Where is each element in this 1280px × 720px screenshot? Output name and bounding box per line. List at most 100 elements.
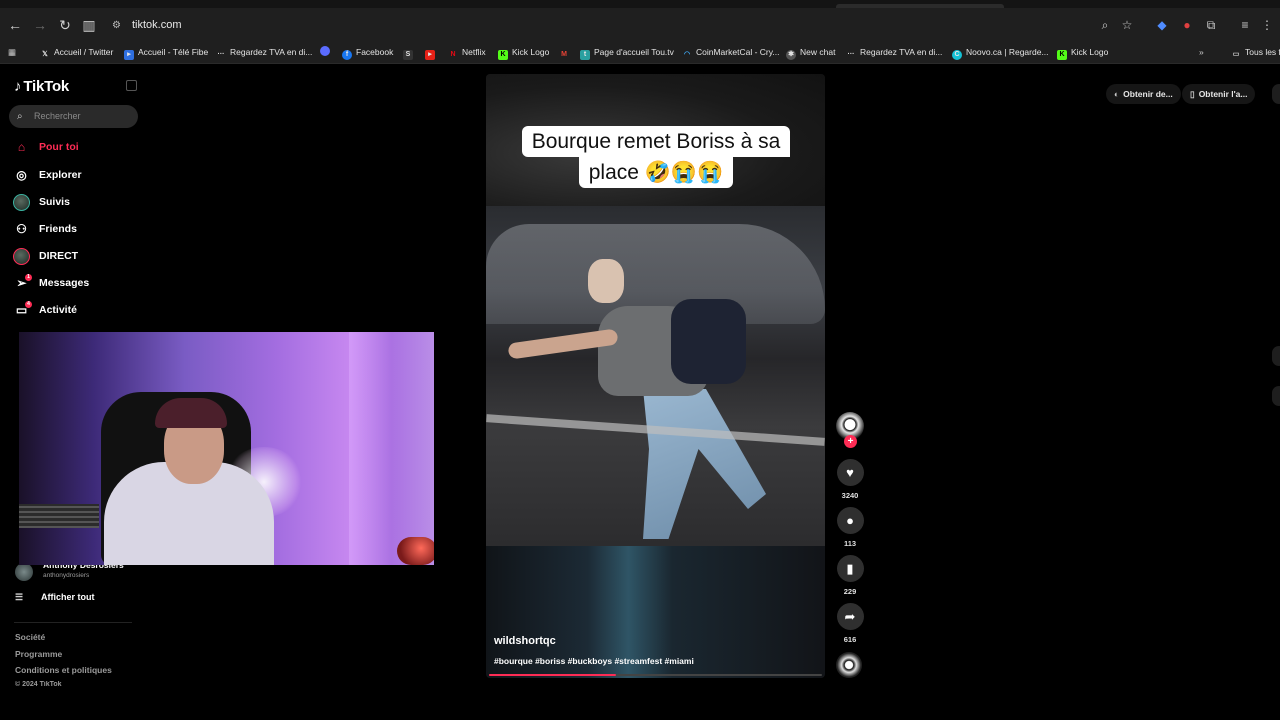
get-app-button[interactable]: ▯ Obtenir l'a... [1182, 84, 1256, 104]
comment-count: 113 [843, 539, 857, 548]
bookmark-noovo[interactable]: C Noovo.ca | Regarde... [952, 45, 1049, 60]
gmail-icon: M [561, 51, 567, 58]
messenger-icon [320, 46, 330, 56]
bookmark-twitter[interactable]: 𝕏 Accueil / Twitter [40, 45, 113, 59]
caption-line-1: Bourque remet Boriss à sa [521, 126, 791, 157]
curtain [349, 332, 434, 565]
extension-icon[interactable]: ◆ [1153, 16, 1171, 34]
star-icon[interactable]: ☆ [1118, 16, 1136, 34]
sidebar-item-messages[interactable]: ➢ 1 Messages [13, 273, 89, 293]
video-caption: Bourque remet Boriss à sa place 🤣😭😭 [506, 126, 806, 188]
sidebar-item-friends[interactable]: ⚇ Friends [13, 219, 77, 239]
reload-icon[interactable]: ↻ [56, 16, 74, 34]
tiktok-note-icon: ♪ [14, 78, 22, 95]
url-text: tiktok.com [132, 19, 182, 31]
sidebar-item-live[interactable]: DIRECT [13, 246, 78, 266]
all-bookmarks[interactable]: ▭ Tous les f [1231, 45, 1280, 59]
profile-avatar[interactable] [1272, 84, 1280, 104]
list-icon: ☰ [15, 592, 24, 602]
sidebar-item-following[interactable]: Suivis [13, 192, 70, 212]
avatar [15, 563, 33, 581]
toutv-icon: t [580, 50, 590, 60]
site-info-icon[interactable]: ⚙ [112, 16, 124, 36]
puzzle-icon[interactable]: ⧉ [1202, 16, 1220, 34]
bookmark-icon: ▮ [836, 555, 864, 582]
sidebar-item-activity[interactable]: ▭ 4 Activité [13, 300, 77, 320]
tab-strip [0, 0, 1280, 8]
music-disc-icon[interactable] [836, 652, 862, 678]
sidebar-item-explore[interactable]: ◎ Explorer [13, 165, 81, 185]
kick-icon: K [1057, 50, 1067, 60]
show-all-button[interactable]: ☰ Afficher tout [15, 592, 95, 603]
forward-icon[interactable]: → [31, 16, 49, 34]
bookmark-telefibe[interactable]: ▸ Accueil - Télé Fibe [124, 45, 208, 60]
chat-icon: ✱ [786, 50, 796, 60]
messages-badge: 1 [25, 273, 32, 281]
divider [14, 622, 132, 623]
activity-badge: 4 [25, 300, 32, 308]
video-hashtags[interactable]: #bourque #boriss #buckboys #streamfest #… [494, 656, 694, 666]
noovo-icon: C [952, 50, 962, 60]
x-icon: 𝕏 [42, 51, 48, 58]
bookmark-netflix[interactable]: N Netflix [448, 45, 485, 59]
bookmark-gmail[interactable]: M [559, 45, 573, 59]
media-icon[interactable]: ≡ [1236, 16, 1254, 34]
microphone [397, 537, 434, 565]
extension-icon-2[interactable]: ● [1178, 16, 1196, 34]
search-input[interactable]: ⌕ Rechercher [9, 105, 138, 128]
share-icon: ➦ [836, 603, 864, 630]
dots-icon: ··· [217, 51, 225, 58]
browser-toolbar: ← → ↻ ▥ ⚙ tiktok.com ⌕ ☆ ◆ ● ⧉ ≡ ⋮ [0, 0, 1280, 40]
video-author[interactable]: wildshortqc [494, 635, 556, 647]
kick-icon: K [498, 50, 508, 60]
search-icon: ⌕ [17, 111, 23, 122]
bookmark-youtube[interactable]: ▸ [425, 45, 439, 60]
tiktok-logo[interactable]: ♪ TikTok [14, 78, 69, 95]
menu-icon[interactable]: ⋮ [1258, 16, 1276, 34]
sidebar-item-for-you[interactable]: ⌂ Pour toi [13, 137, 79, 157]
comment-button[interactable]: ● 113 [834, 507, 866, 548]
bookmark-kick-2[interactable]: K Kick Logo [1057, 45, 1108, 60]
live-avatar-icon [13, 247, 30, 265]
phone-icon: ▯ [1190, 89, 1195, 99]
footer-company-link[interactable]: Société [15, 632, 45, 642]
back-icon[interactable]: ← [6, 16, 24, 34]
video-player[interactable]: Bourque remet Boriss à sa place 🤣😭😭 wild… [486, 74, 825, 678]
bookmark-tva[interactable]: ··· Regardez TVA en di... [216, 45, 313, 59]
scroll-up-button[interactable] [1272, 346, 1280, 366]
chevron-right-icon[interactable]: » [1199, 45, 1204, 59]
bookmark-messenger[interactable] [320, 45, 334, 59]
bookmark-kick[interactable]: K Kick Logo [498, 45, 549, 60]
webcam-overlay [19, 332, 434, 565]
footer-program-link[interactable]: Programme [15, 649, 62, 659]
video-progress-bar[interactable] [489, 674, 822, 676]
sidepanel-icon[interactable]: ▥ [80, 16, 98, 34]
head [588, 259, 624, 303]
bookmark-facebook[interactable]: f Facebook [342, 45, 393, 60]
address-bar[interactable]: ⚙ tiktok.com [112, 15, 182, 35]
footer-terms-link[interactable]: Conditions et politiques [15, 665, 112, 675]
zoom-icon[interactable]: ⌕ [1096, 16, 1114, 34]
apps-icon[interactable]: ▦ [8, 45, 16, 59]
facebook-icon: f [342, 50, 352, 60]
folder-icon: ▭ [1232, 51, 1240, 58]
bookmark-s[interactable]: S [403, 45, 417, 60]
bookmark-coinmarketcal[interactable]: ◠ CoinMarketCal - Cry... [682, 45, 780, 59]
like-button[interactable]: ♥ 3240 [834, 459, 866, 500]
bookmark-newchat[interactable]: ✱ New chat [786, 45, 835, 60]
collapse-sidebar-icon[interactable] [126, 80, 137, 91]
shelf [19, 504, 99, 528]
account-handle: anthonydrosiers [43, 572, 90, 579]
bookmark-tva-2[interactable]: ··· Regardez TVA en di... [846, 45, 943, 59]
active-tab[interactable] [836, 4, 1004, 8]
save-button[interactable]: ▮ 229 [834, 555, 866, 596]
streamer-cap [155, 398, 227, 428]
following-avatar-icon [13, 193, 30, 211]
share-button[interactable]: ➦ 616 [834, 603, 866, 644]
scroll-down-button[interactable] [1272, 386, 1280, 406]
get-desktop-app-button[interactable]: ◐ Obtenir de... [1106, 84, 1181, 104]
coin-icon: ◠ [683, 51, 691, 58]
bookmark-toutv[interactable]: t Page d'accueil Tou.tv [580, 45, 674, 60]
inbox-icon: ▭ 4 [13, 300, 32, 319]
follow-plus-icon[interactable]: + [844, 435, 857, 448]
